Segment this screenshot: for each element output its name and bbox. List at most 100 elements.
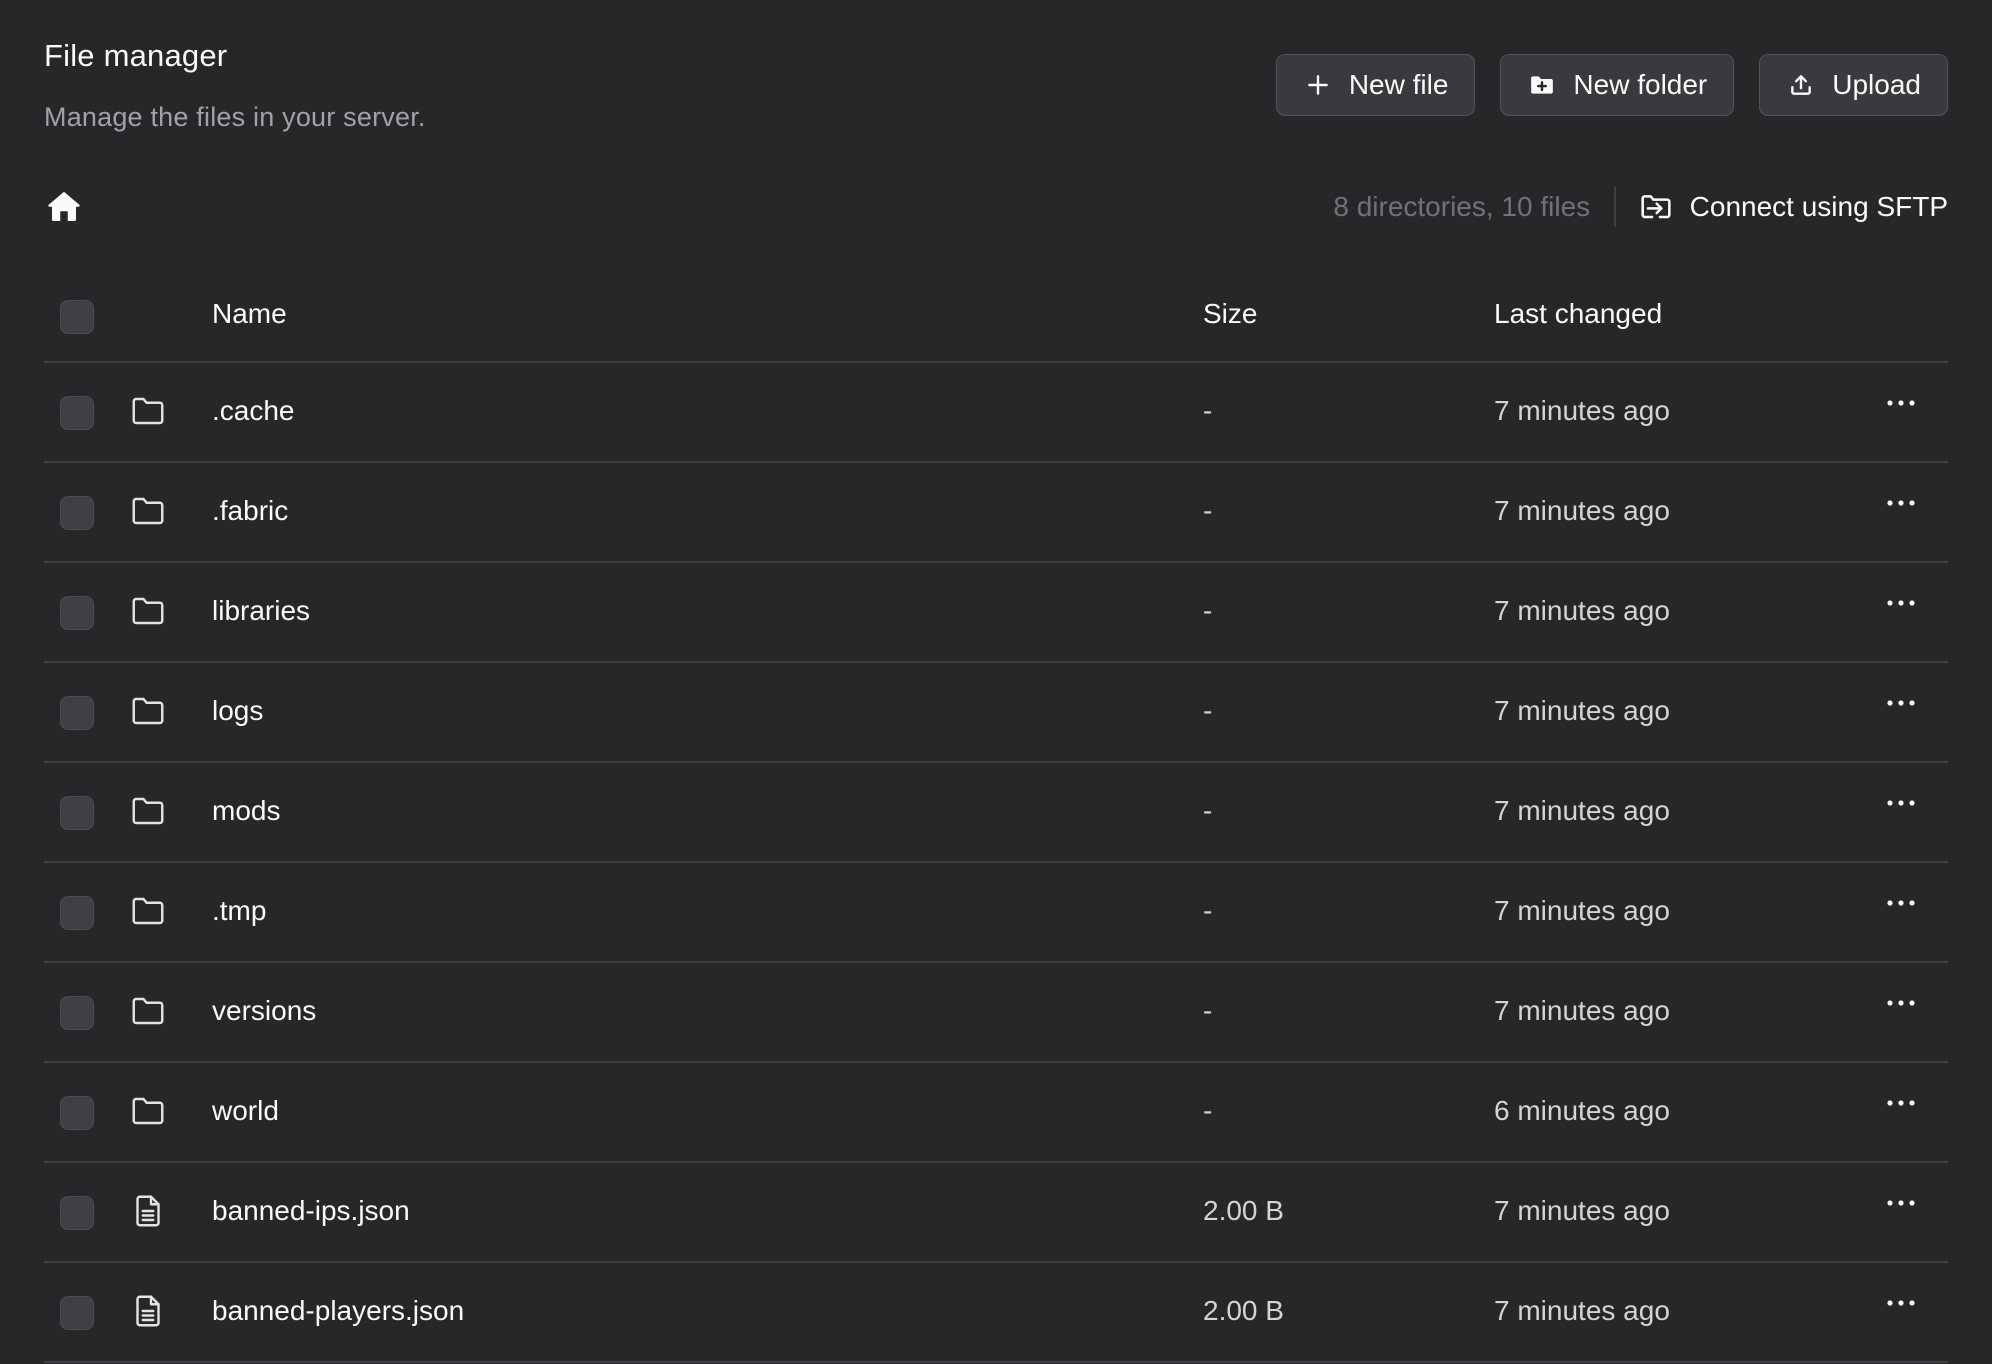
- file-name[interactable]: world: [212, 1094, 279, 1128]
- row-checkbox[interactable]: [60, 1096, 94, 1130]
- row-checkbox[interactable]: [60, 796, 94, 830]
- file-table: Name Size Last changed .cache - 7 minutes …: [44, 270, 1948, 1363]
- row-checkbox[interactable]: [60, 496, 94, 530]
- page-subtitle: Manage the files in your server.: [44, 102, 426, 132]
- folder-icon: [132, 897, 164, 925]
- file-name[interactable]: banned-players.json: [212, 1294, 464, 1328]
- table-row[interactable]: banned-players.json 2.00 B 7 minutes ago: [44, 1263, 1948, 1363]
- folder-icon: [132, 797, 164, 825]
- file-size: -: [1203, 1095, 1213, 1126]
- row-checkbox[interactable]: [60, 596, 94, 630]
- upload-button[interactable]: Upload: [1759, 54, 1948, 116]
- file-name[interactable]: banned-ips.json: [212, 1194, 410, 1228]
- row-checkbox[interactable]: [60, 396, 94, 430]
- row-actions-button[interactable]: [1884, 393, 1918, 413]
- file-last-changed: 7 minutes ago: [1494, 695, 1670, 726]
- folder-login-icon: [1641, 195, 1671, 219]
- file-last-changed: 7 minutes ago: [1494, 995, 1670, 1026]
- file-size: -: [1203, 995, 1213, 1026]
- file-toolbar: 8 directories, 10 files Connect using SF…: [44, 182, 1948, 232]
- column-header-size[interactable]: Size: [1203, 298, 1257, 330]
- file-last-changed: 7 minutes ago: [1494, 1295, 1670, 1326]
- row-actions-button[interactable]: [1884, 993, 1918, 1013]
- file-name[interactable]: libraries: [212, 594, 310, 628]
- more-horizontal-icon: [1887, 700, 1915, 706]
- file-name[interactable]: .fabric: [212, 494, 288, 528]
- row-actions-button[interactable]: [1884, 1293, 1918, 1313]
- file-name[interactable]: versions: [212, 994, 316, 1028]
- table-row[interactable]: .fabric - 7 minutes ago: [44, 463, 1948, 563]
- table-row[interactable]: .cache - 7 minutes ago: [44, 363, 1948, 463]
- file-last-changed: 7 minutes ago: [1494, 495, 1670, 526]
- file-text-icon: [136, 1195, 160, 1227]
- file-last-changed: 7 minutes ago: [1494, 1195, 1670, 1226]
- row-checkbox[interactable]: [60, 996, 94, 1030]
- row-actions-button[interactable]: [1884, 893, 1918, 913]
- more-horizontal-icon: [1887, 400, 1915, 406]
- column-header-name[interactable]: Name: [212, 298, 287, 330]
- more-horizontal-icon: [1887, 500, 1915, 506]
- more-horizontal-icon: [1887, 1100, 1915, 1106]
- table-row[interactable]: logs - 7 minutes ago: [44, 663, 1948, 763]
- toolbar-divider: [1614, 187, 1616, 227]
- row-actions-button[interactable]: [1884, 1193, 1918, 1213]
- column-header-last-changed[interactable]: Last changed: [1494, 298, 1662, 330]
- connect-sftp-button[interactable]: Connect using SFTP: [1640, 191, 1948, 223]
- folder-icon: [132, 697, 164, 725]
- row-actions-button[interactable]: [1884, 593, 1918, 613]
- table-row[interactable]: banned-ips.json 2.00 B 7 minutes ago: [44, 1163, 1948, 1263]
- file-manager-page: File manager Manage the files in your se…: [0, 0, 1992, 1364]
- row-checkbox[interactable]: [60, 696, 94, 730]
- table-header: Name Size Last changed: [44, 270, 1948, 363]
- file-size: -: [1203, 695, 1213, 726]
- folder-icon: [132, 997, 164, 1025]
- table-body: .cache - 7 minutes ago .fabric - 7 minutes ag…: [44, 363, 1948, 1363]
- file-last-changed: 6 minutes ago: [1494, 1095, 1670, 1126]
- folder-icon: [132, 397, 164, 425]
- row-checkbox[interactable]: [60, 1296, 94, 1330]
- more-horizontal-icon: [1887, 1200, 1915, 1206]
- table-row[interactable]: world - 6 minutes ago: [44, 1063, 1948, 1163]
- file-name[interactable]: mods: [212, 794, 280, 828]
- row-actions-button[interactable]: [1884, 793, 1918, 813]
- more-horizontal-icon: [1887, 1000, 1915, 1006]
- file-name[interactable]: .tmp: [212, 894, 266, 928]
- new-folder-button[interactable]: New folder: [1500, 54, 1735, 116]
- row-actions-button[interactable]: [1884, 693, 1918, 713]
- plus-icon: [1307, 75, 1328, 95]
- toolbar-right: 8 directories, 10 files Connect using SF…: [1333, 182, 1948, 232]
- file-last-changed: 7 minutes ago: [1494, 795, 1670, 826]
- page-title: File manager: [44, 38, 228, 73]
- header-actions: New file New folder Upload: [1275, 54, 1948, 116]
- file-name[interactable]: .cache: [212, 394, 295, 428]
- select-all-checkbox[interactable]: [60, 300, 94, 334]
- file-last-changed: 7 minutes ago: [1494, 395, 1670, 426]
- row-checkbox[interactable]: [60, 1196, 94, 1230]
- table-row[interactable]: versions - 7 minutes ago: [44, 963, 1948, 1063]
- file-size: -: [1203, 595, 1213, 626]
- more-horizontal-icon: [1887, 600, 1915, 606]
- connect-sftp-label: Connect using SFTP: [1689, 191, 1948, 222]
- row-checkbox[interactable]: [60, 896, 94, 930]
- file-size: -: [1203, 395, 1213, 426]
- file-size: 2.00 B: [1203, 1195, 1284, 1226]
- row-actions-button[interactable]: [1884, 493, 1918, 513]
- home-icon[interactable]: [46, 188, 82, 224]
- new-file-button[interactable]: New file: [1275, 54, 1476, 116]
- table-row[interactable]: libraries - 7 minutes ago: [44, 563, 1948, 663]
- upload-icon: [1791, 75, 1812, 95]
- folder-plus-icon: [1531, 76, 1554, 94]
- file-name[interactable]: logs: [212, 694, 263, 728]
- item-count: 8 directories, 10 files: [1333, 191, 1591, 222]
- table-row[interactable]: mods - 7 minutes ago: [44, 763, 1948, 863]
- file-size: -: [1203, 895, 1213, 926]
- row-actions-button[interactable]: [1884, 1093, 1918, 1113]
- file-size: 2.00 B: [1203, 1295, 1284, 1326]
- more-horizontal-icon: [1887, 900, 1915, 906]
- more-horizontal-icon: [1887, 800, 1915, 806]
- table-row[interactable]: .tmp - 7 minutes ago: [44, 863, 1948, 963]
- more-horizontal-icon: [1887, 1300, 1915, 1306]
- file-size: -: [1203, 495, 1213, 526]
- file-last-changed: 7 minutes ago: [1494, 895, 1670, 926]
- new-folder-label: New folder: [1573, 69, 1708, 100]
